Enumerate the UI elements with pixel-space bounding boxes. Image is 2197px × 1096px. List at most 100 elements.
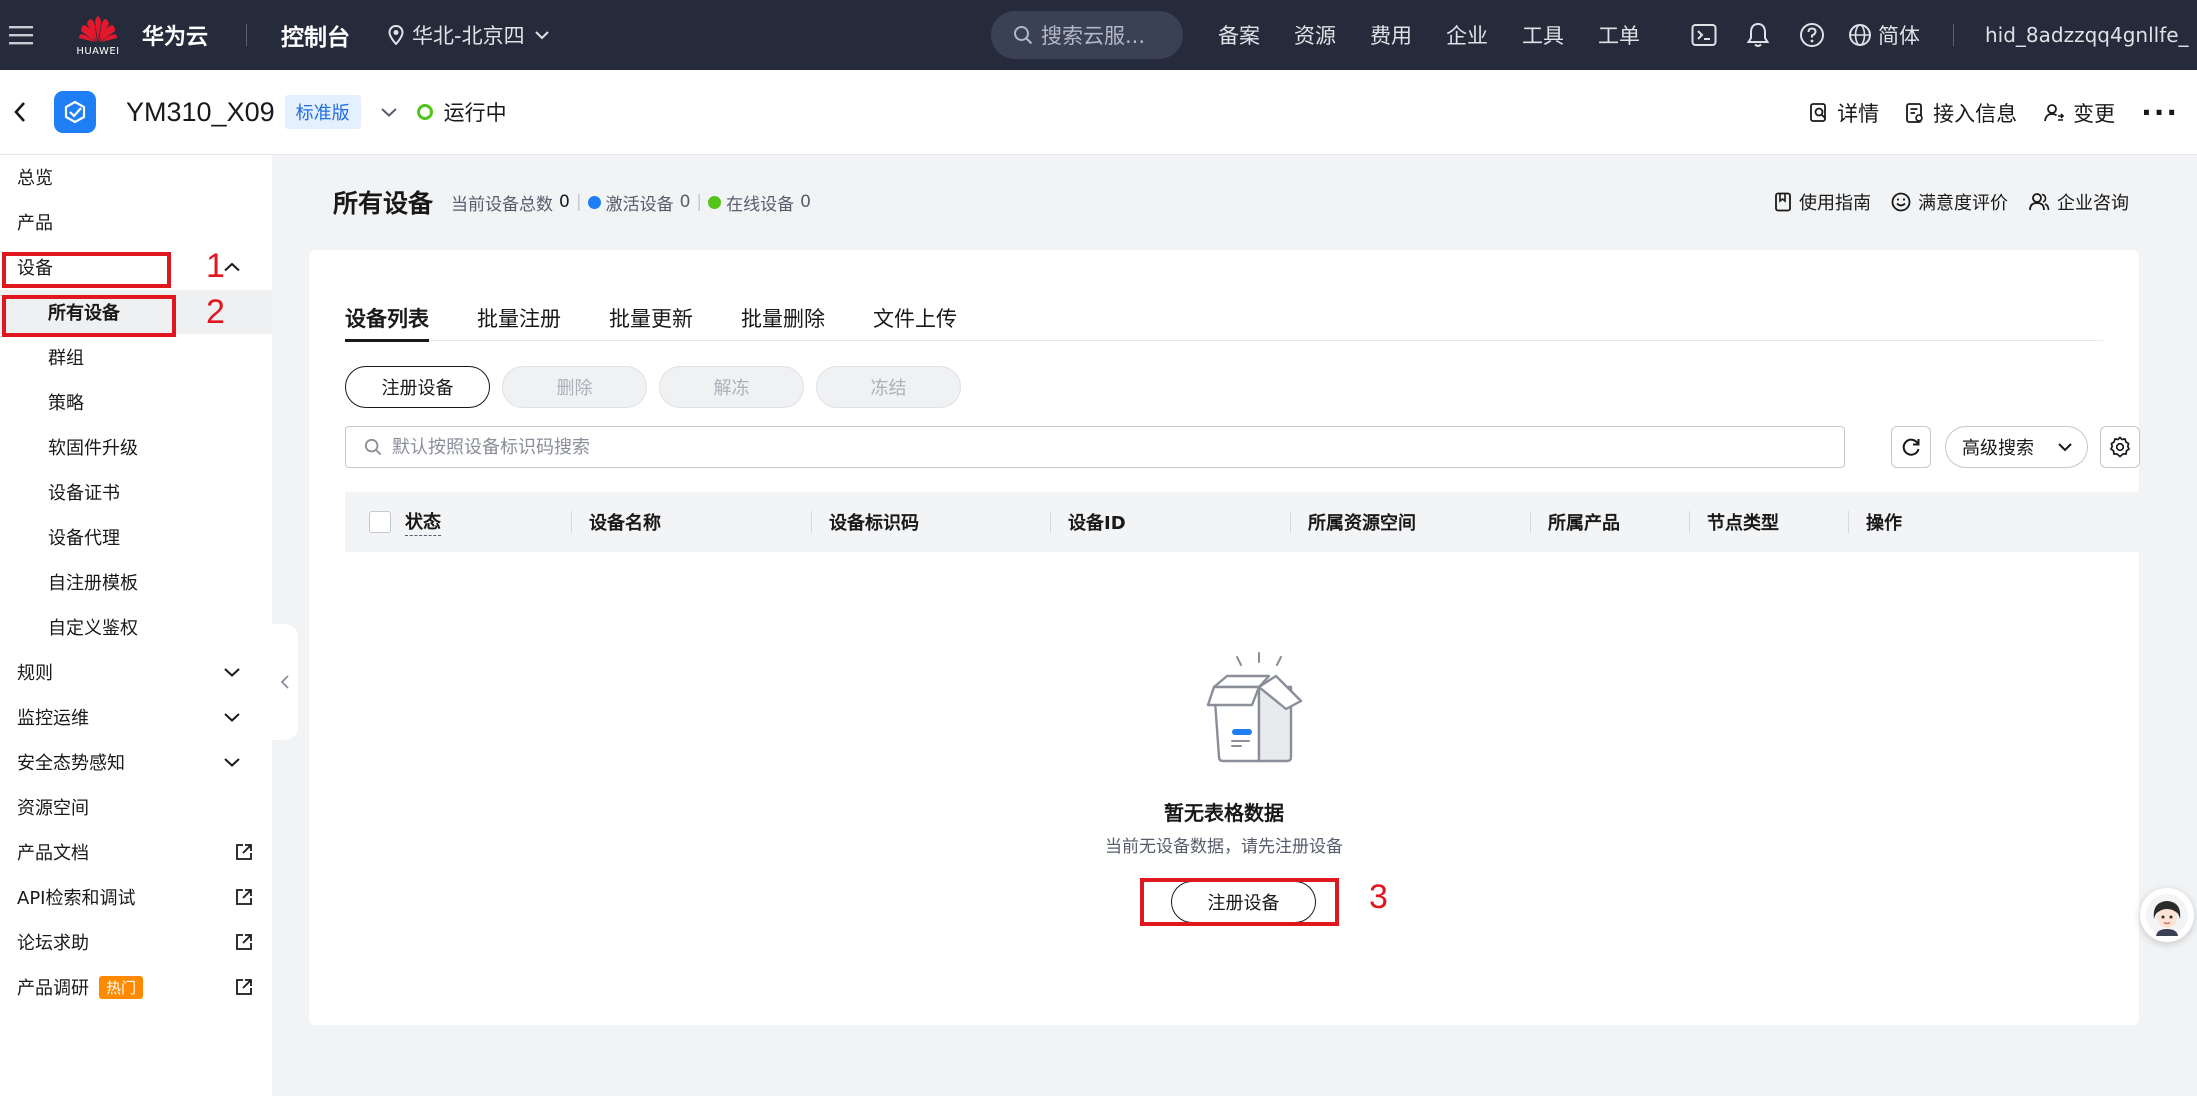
change-user-icon (2044, 103, 2065, 121)
tab-file-upload[interactable]: 文件上传 (873, 294, 957, 341)
region-selector[interactable]: 华北-北京四 (388, 20, 549, 50)
change-button[interactable]: 变更 (2043, 98, 2115, 128)
annotation-number-3: 3 (1369, 878, 1388, 916)
region-name: 华北-北京四 (412, 24, 525, 48)
annotation-number-1: 1 (206, 247, 225, 285)
annotation-box-3 (1140, 878, 1339, 926)
device-tabs: 设备列表 批量注册 批量更新 批量删除 文件上传 (345, 294, 2103, 342)
empty-state-title: 暂无表格数据 (1164, 801, 1284, 825)
register-device-button[interactable]: 注册设备 (345, 366, 490, 408)
page-header: 所有设备 当前设备总数 0 | 激活设备 0 | 在线设备 0 (333, 182, 817, 222)
nav-tickets[interactable]: 工单 (1598, 20, 1640, 50)
sidebar-item-self-registration-template[interactable]: 自注册模板 (0, 560, 272, 604)
help-icon[interactable] (1794, 17, 1830, 53)
column-header-actions: 操作 (1848, 492, 1902, 552)
sidebar-item-monitoring[interactable]: 监控运维 (0, 695, 272, 739)
instance-actions: 详情 接入信息 变更 ··· (1809, 70, 2197, 155)
sidebar-item-custom-auth[interactable]: 自定义鉴权 (0, 605, 272, 649)
sidebar-item-product-docs[interactable]: 产品文档 (0, 830, 272, 874)
device-stats: 当前设备总数 0 | 激活设备 0 | 在线设备 0 (451, 190, 817, 215)
language-label: 简体 (1878, 24, 1920, 48)
device-search-input[interactable] (392, 436, 1792, 458)
chevron-down-icon (224, 758, 240, 767)
terminal-icon[interactable] (1686, 17, 1722, 53)
sidebar-collapse-toggle[interactable] (272, 624, 298, 740)
chevron-up-icon (224, 262, 240, 272)
console-link[interactable]: 控制台 (281, 18, 350, 52)
smile-icon (1891, 192, 1911, 212)
back-button[interactable] (0, 70, 40, 155)
empty-state-description: 当前无设备数据，请先注册设备 (1105, 837, 1343, 857)
user-guide-link[interactable]: 使用指南 (1774, 189, 1871, 215)
nav-enterprise[interactable]: 企业 (1446, 20, 1488, 50)
sidebar-item-security[interactable]: 安全态势感知 (0, 740, 272, 784)
sidebar-item-firmware-upgrade[interactable]: 软固件升级 (0, 425, 272, 469)
total-devices-label: 当前设备总数 (451, 194, 554, 215)
chevron-down-icon (224, 668, 240, 677)
hamburger-menu-icon[interactable] (0, 0, 42, 70)
access-info-button[interactable]: 接入信息 (1905, 98, 2017, 128)
book-icon (1775, 192, 1791, 212)
chevron-down-icon (224, 713, 240, 722)
tab-device-list[interactable]: 设备列表 (345, 294, 429, 342)
instance-switch-dropdown[interactable] (380, 107, 397, 117)
user-account-menu[interactable]: hid_8adzzqq4gnllfe_ (1985, 0, 2189, 70)
sidebar-item-api-explorer[interactable]: API检索和调试 (0, 875, 272, 919)
search-icon (364, 438, 382, 456)
device-action-buttons: 注册设备 删除 解冻 冻结 (345, 366, 973, 408)
refresh-button[interactable] (1891, 426, 1931, 468)
column-header-status[interactable]: 状态 (405, 492, 441, 552)
brand-name: 华为云 (142, 25, 209, 50)
freeze-button[interactable]: 冻结 (816, 366, 961, 408)
table-settings-button[interactable] (2100, 426, 2140, 468)
sidebar-item-forum[interactable]: 论坛求助 (0, 920, 272, 964)
column-header-resource-space: 所属资源空间 (1290, 492, 1416, 552)
sidebar-item-device-proxy[interactable]: 设备代理 (0, 515, 272, 559)
refresh-icon (1902, 438, 1920, 456)
device-table-header: 状态 设备名称 设备标识码 设备ID 所属资源空间 所属产品 节点类型 操作 (345, 492, 2140, 552)
sidebar-item-policies[interactable]: 策略 (0, 380, 272, 424)
huawei-cloud-logo[interactable]: HUAWEI 华为云 (72, 7, 208, 63)
instance-status: 运行中 (416, 97, 507, 127)
empty-box-illustration (1179, 635, 1319, 779)
external-link-icon (236, 844, 252, 860)
more-options-button[interactable]: ··· (2141, 96, 2179, 129)
chevron-down-icon (380, 108, 397, 117)
bell-icon[interactable] (1740, 17, 1776, 53)
unfreeze-button[interactable]: 解冻 (659, 366, 804, 408)
nav-billing[interactable]: 费用 (1370, 20, 1412, 50)
enterprise-consult-link[interactable]: 企业咨询 (2028, 189, 2129, 215)
document-icon (1906, 102, 1923, 123)
top-navigation-bar: HUAWEI 华为云 控制台 华北-北京四 搜索云服... 备案 资源 费用 企… (0, 0, 2197, 70)
nav-beian[interactable]: 备案 (1218, 20, 1260, 50)
sidebar-item-rules[interactable]: 规则 (0, 650, 272, 694)
satisfaction-survey-link[interactable]: 满意度评价 (1891, 189, 2008, 215)
global-search-input[interactable]: 搜索云服... (991, 11, 1183, 59)
external-link-icon (236, 889, 252, 905)
iotda-instance-icon (54, 91, 96, 133)
sidebar-item-overview[interactable]: 总览 (0, 155, 272, 199)
tab-batch-update[interactable]: 批量更新 (609, 294, 693, 341)
sidebar-item-products[interactable]: 产品 (0, 200, 272, 244)
nav-tools[interactable]: 工具 (1522, 20, 1564, 50)
sidebar-item-resource-space[interactable]: 资源空间 (0, 785, 272, 829)
page-title: 所有设备 (333, 189, 434, 218)
sidebar-item-product-survey[interactable]: 产品调研 热门 (0, 965, 272, 1009)
assistant-avatar-button[interactable] (2140, 888, 2194, 942)
sidebar-item-device-certificates[interactable]: 设备证书 (0, 470, 272, 514)
nav-resources[interactable]: 资源 (1294, 20, 1336, 50)
consult-users-icon (2029, 193, 2050, 211)
details-button[interactable]: 详情 (1809, 98, 1879, 128)
help-links: 使用指南 满意度评价 企业咨询 (1754, 182, 2129, 222)
advanced-search-dropdown[interactable]: 高级搜索 (1945, 426, 2088, 468)
select-all-checkbox[interactable] (369, 511, 391, 533)
delete-button[interactable]: 删除 (502, 366, 647, 408)
total-devices-value: 0 (559, 192, 570, 212)
stats-divider: | (696, 192, 703, 212)
online-devices-label: 在线设备 (726, 194, 795, 215)
instance-name: YM310_X09 (126, 96, 275, 127)
tab-batch-register[interactable]: 批量注册 (477, 294, 561, 341)
language-selector[interactable]: 简体 (1848, 20, 1920, 50)
sidebar-item-groups[interactable]: 群组 (0, 335, 272, 379)
tab-batch-delete[interactable]: 批量删除 (741, 294, 825, 341)
